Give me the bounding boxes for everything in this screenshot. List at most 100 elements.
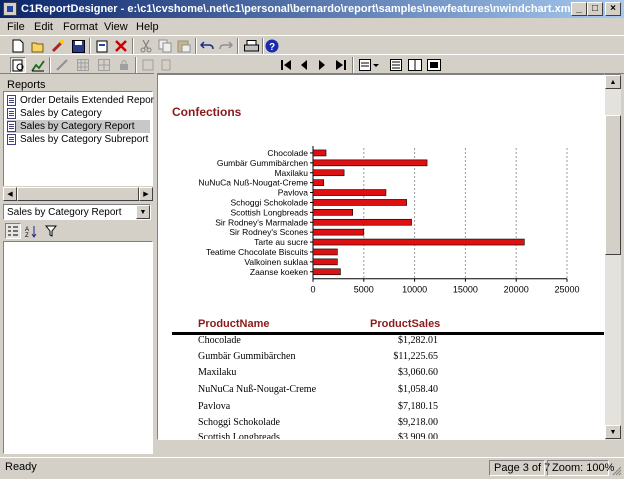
chart-category-label: Pavlova xyxy=(278,188,309,198)
next-page-icon[interactable] xyxy=(314,57,330,73)
chart-category-label: Schoggi Schokolade xyxy=(230,197,308,207)
report-icon xyxy=(7,95,16,106)
report-item-sales-by-category-report[interactable]: Sales by Category Report xyxy=(7,120,150,133)
status-bar: Ready Page 3 of 7 Zoom: 100% xyxy=(0,457,624,478)
align-icon[interactable] xyxy=(140,57,156,73)
chart-bar xyxy=(312,258,338,266)
chart-bar xyxy=(312,268,341,276)
close-button[interactable]: × xyxy=(605,2,621,16)
reports-horizontal-scrollbar[interactable]: ◀ ▶ xyxy=(3,186,153,201)
scroll-thumb[interactable] xyxy=(605,115,621,255)
print-icon[interactable] xyxy=(243,38,259,54)
lock-icon[interactable] xyxy=(116,57,132,73)
chevron-down-icon[interactable]: ▼ xyxy=(136,205,150,219)
alphabetical-icon[interactable]: AZ xyxy=(23,223,39,239)
last-page-icon[interactable] xyxy=(333,57,349,73)
preview-icon[interactable] xyxy=(10,57,26,73)
reports-panel-header: Reports xyxy=(3,78,153,92)
scroll-right-icon[interactable]: ▶ xyxy=(139,187,153,201)
chart-x-tick-label: 15000 xyxy=(453,285,478,295)
open-icon[interactable] xyxy=(30,38,46,54)
scroll-down-icon[interactable]: ▼ xyxy=(605,425,621,439)
cell-product-sales: $3,060.60 xyxy=(398,367,438,378)
wizard-icon[interactable] xyxy=(50,38,66,54)
maximize-button[interactable]: □ xyxy=(587,2,603,16)
properties-grid[interactable] xyxy=(3,241,153,454)
cell-product-name: NuNuCa Nuß-Nougat-Creme xyxy=(198,384,317,395)
chart-x-tick-label: 10000 xyxy=(402,285,427,295)
cell-product-name: Pavlova xyxy=(198,401,231,412)
object-selector-combo[interactable]: Sales by Category Report ▼ xyxy=(3,204,151,220)
chart-category-label: Gumbär Gummibärchen xyxy=(217,158,308,168)
cell-product-name: Gumbär Gummibärchen xyxy=(198,351,296,362)
report-item-label: Sales by Category Subreport xyxy=(20,134,149,145)
menu-view[interactable]: View xyxy=(104,21,128,33)
app-icon[interactable] xyxy=(3,2,17,16)
menu-edit[interactable]: Edit xyxy=(34,21,53,33)
design-toolbar xyxy=(0,54,624,74)
minimize-button[interactable]: _ xyxy=(571,2,587,16)
align2-icon[interactable] xyxy=(158,57,174,73)
chart-category-label: Valkoinen suklaa xyxy=(244,257,308,267)
cell-product-sales: $1,282.01 xyxy=(398,335,438,346)
report-item-sales-by-category[interactable]: Sales by Category xyxy=(7,107,150,120)
new-icon[interactable] xyxy=(10,38,26,54)
scroll-left-icon[interactable]: ◀ xyxy=(3,187,17,201)
menu-bar: File Edit Format View Help xyxy=(0,18,624,36)
report-item-order-details[interactable]: Order Details Extended Report xyxy=(7,94,157,107)
report-item-sales-by-category-subreport[interactable]: Sales by Category Subreport xyxy=(7,133,150,146)
chart-category-label: Tarte au sucre xyxy=(254,237,308,247)
chart-bar xyxy=(312,238,525,246)
chart-category-label: Teatime Chocolate Biscuits xyxy=(206,247,308,257)
grid2-icon[interactable] xyxy=(96,57,112,73)
chart-bar xyxy=(312,248,338,256)
page-layout-icon[interactable] xyxy=(358,57,380,73)
report-preview[interactable]: Confections 0 5000 10000 15000 20000 25000 Cho… xyxy=(157,74,605,440)
cell-product-name: Schoggi Schokolade xyxy=(198,417,280,428)
menu-format[interactable]: Format xyxy=(63,21,98,33)
redo-icon[interactable] xyxy=(218,38,234,54)
chart-bar xyxy=(312,159,428,167)
chart-category-label: Chocolade xyxy=(267,148,308,158)
help-icon[interactable]: ? xyxy=(264,38,280,54)
chart-category-label: Sir Rodney's Scones xyxy=(229,227,308,237)
menu-help[interactable]: Help xyxy=(136,21,159,33)
prev-page-icon[interactable] xyxy=(296,57,312,73)
paste-icon[interactable] xyxy=(176,38,192,54)
chart-bar xyxy=(312,199,407,206)
window-title: C1ReportDesigner - e:\c1\cvshome\.net\c1… xyxy=(21,3,581,15)
copy-icon[interactable] xyxy=(157,38,173,54)
reports-list[interactable]: Order Details Extended Report Sales by C… xyxy=(3,91,157,201)
new-report-icon[interactable] xyxy=(95,38,111,54)
chart-icon[interactable] xyxy=(30,57,46,73)
report-icon xyxy=(7,108,16,119)
cell-product-sales: $7,180.15 xyxy=(398,401,438,412)
scroll-thumb[interactable] xyxy=(17,187,139,201)
multi-page-icon[interactable] xyxy=(426,57,442,73)
menu-file[interactable]: File xyxy=(7,21,25,33)
chart-x-tick-label: 25000 xyxy=(554,285,579,295)
preview-vertical-scrollbar[interactable]: ▲ ▼ xyxy=(605,74,621,440)
header-product-sales: ProductSales xyxy=(370,318,441,330)
cell-product-name: Maxilaku xyxy=(198,367,237,378)
filter-icon[interactable] xyxy=(43,223,59,239)
two-pages-icon[interactable] xyxy=(407,57,423,73)
field-icon[interactable] xyxy=(54,57,70,73)
chart-x-tick-label: 0 xyxy=(310,285,315,295)
cut-icon[interactable] xyxy=(138,38,154,54)
zoom-indicator: Zoom: 100% xyxy=(547,460,614,476)
categorized-icon[interactable] xyxy=(5,223,21,239)
cell-product-sales: $3,909.00 xyxy=(398,432,438,440)
single-page-icon[interactable] xyxy=(388,57,404,73)
chart-bar xyxy=(312,149,327,157)
chart-bar xyxy=(312,189,387,196)
delete-icon[interactable] xyxy=(113,38,129,54)
page-indicator: Page 3 of 7 xyxy=(489,460,550,476)
first-page-icon[interactable] xyxy=(278,57,294,73)
undo-icon[interactable] xyxy=(199,38,215,54)
resize-grip-icon[interactable] xyxy=(610,464,622,476)
save-icon[interactable] xyxy=(70,38,86,54)
grid-icon[interactable] xyxy=(75,57,91,73)
chart-x-tick-label: 20000 xyxy=(504,285,529,295)
scroll-up-icon[interactable]: ▲ xyxy=(605,75,621,89)
